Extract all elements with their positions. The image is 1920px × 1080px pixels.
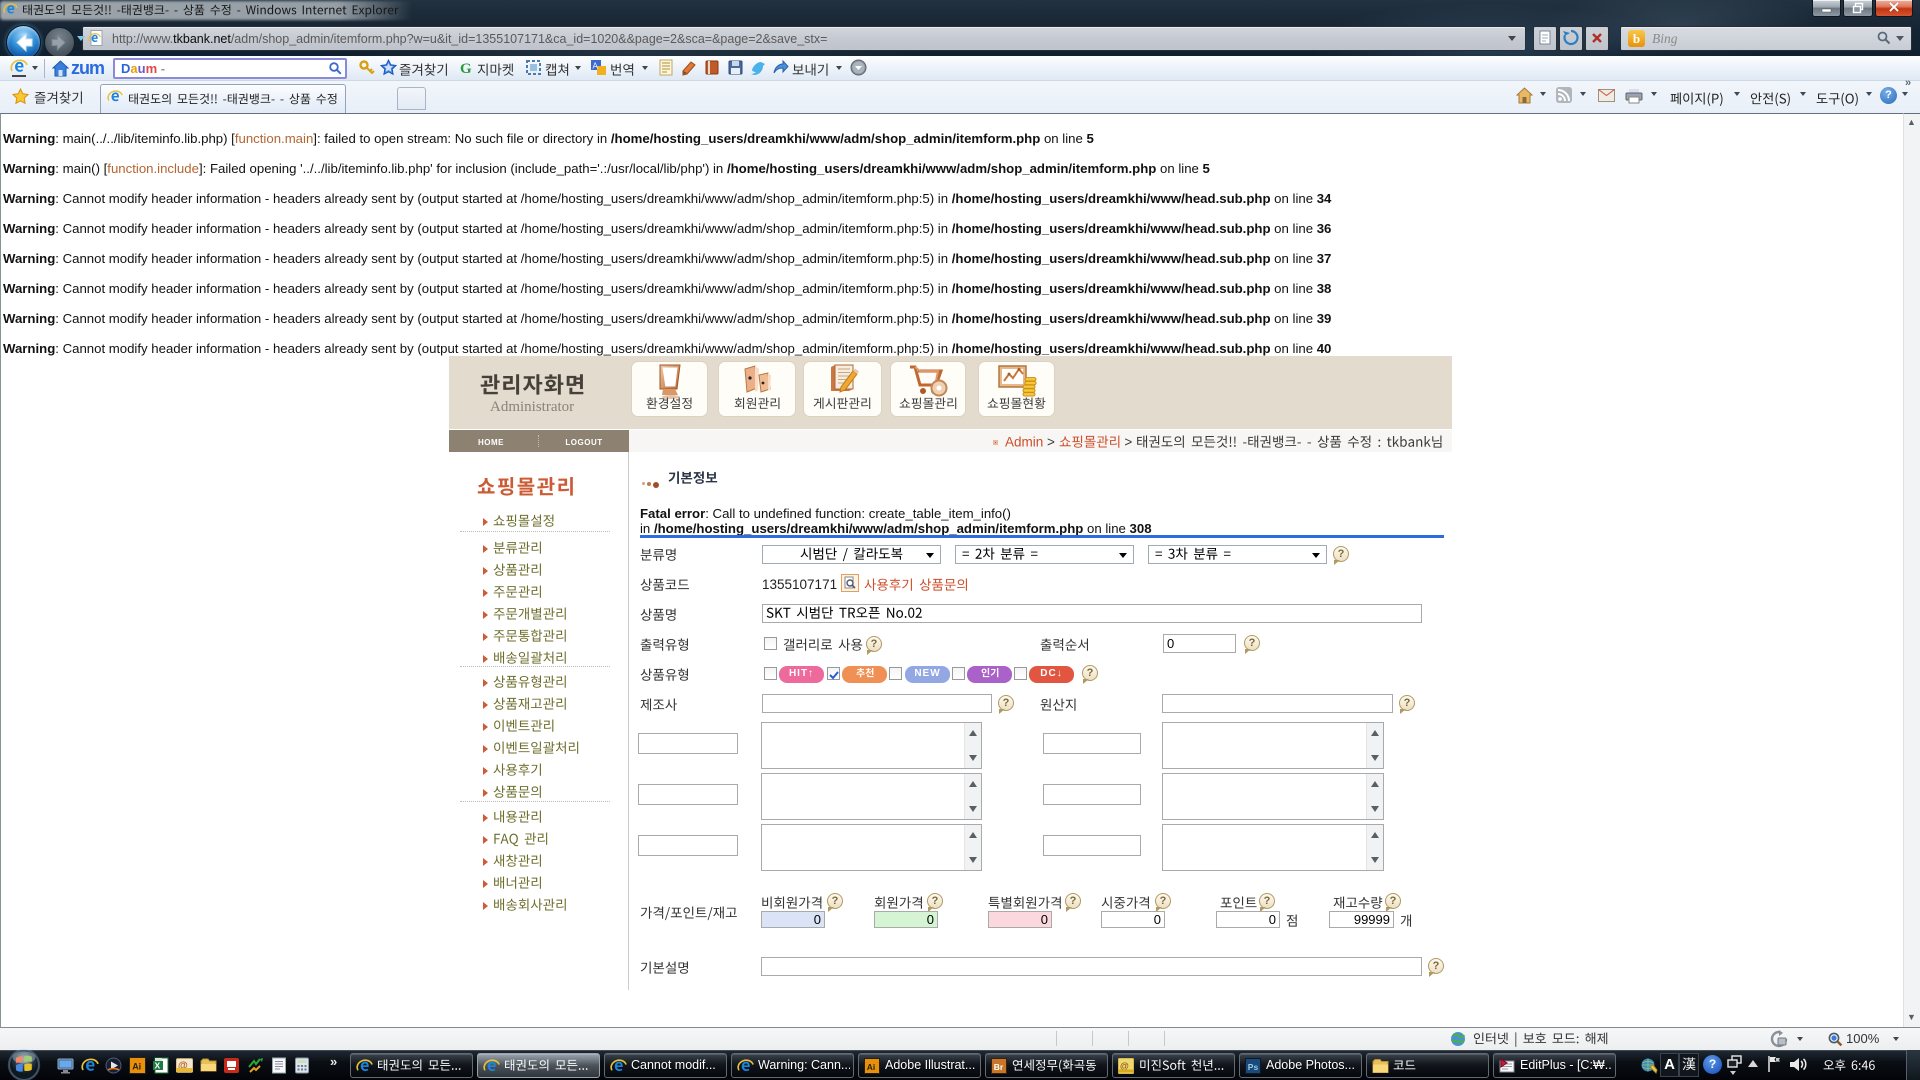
svg-text:G: G — [460, 61, 472, 76]
svg-text:Ai: Ai — [867, 1062, 876, 1072]
svg-text:Ps: Ps — [1248, 1062, 1259, 1072]
svg-text:X: X — [155, 1061, 161, 1071]
svg-text:Br: Br — [994, 1062, 1004, 1072]
svg-text:Ai: Ai — [132, 1062, 141, 1072]
svg-text:A: A — [593, 62, 599, 71]
